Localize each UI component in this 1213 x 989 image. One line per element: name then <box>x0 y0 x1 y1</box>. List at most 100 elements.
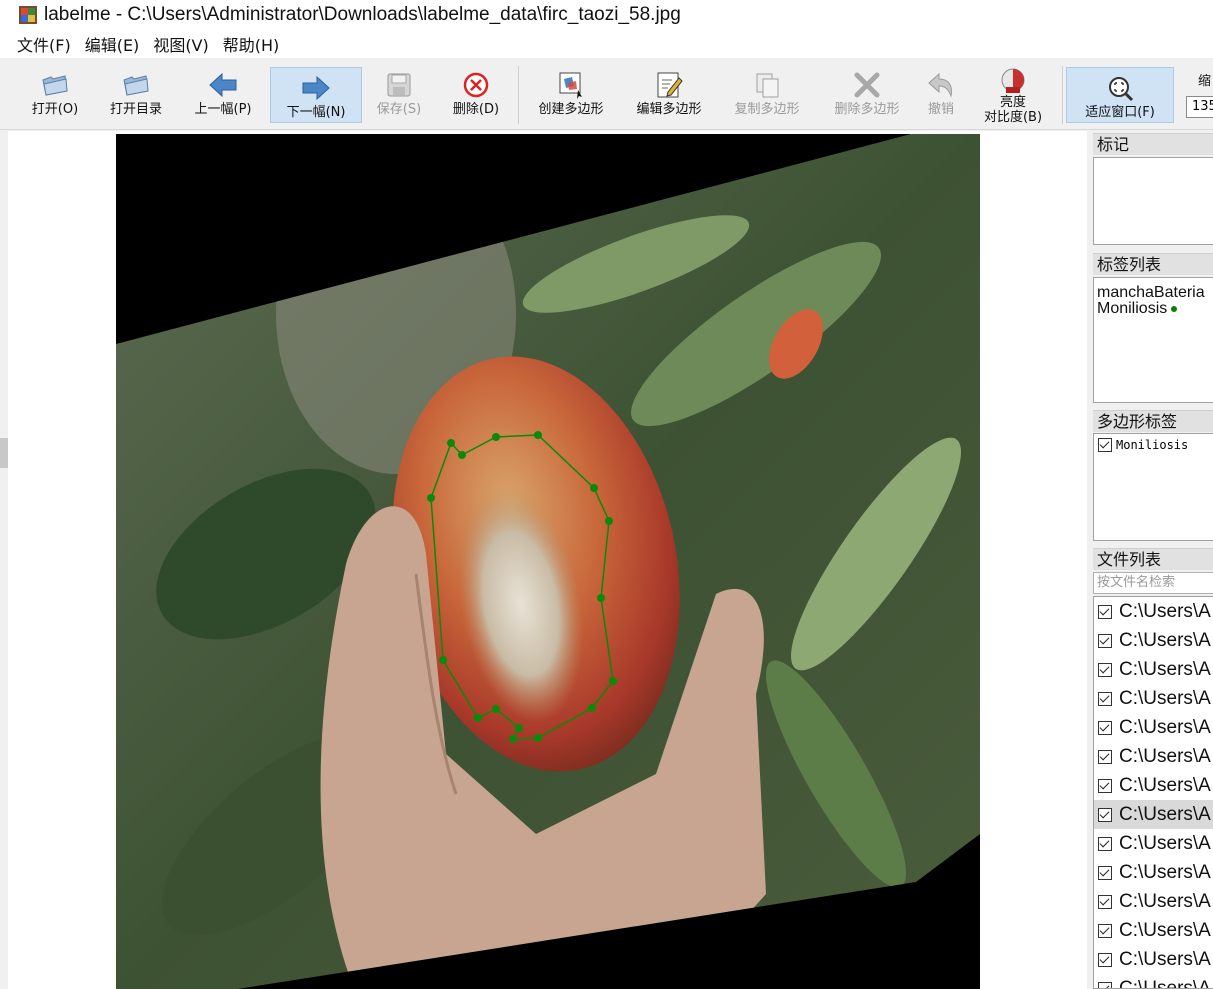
file-path: C:\Users\A <box>1119 629 1211 651</box>
open-label: 打开(O) <box>31 102 79 117</box>
open-folder-icon <box>38 68 72 102</box>
file-checkbox[interactable] <box>1098 662 1112 677</box>
polygon-list-item[interactable]: Moniliosis <box>1094 434 1213 452</box>
file-list-item[interactable]: C:\Users\A <box>1094 771 1213 800</box>
brightness-icon <box>996 67 1030 95</box>
arrow-left-icon <box>206 68 240 102</box>
open-dir-label: 打开目录 <box>109 102 162 117</box>
file-search-input[interactable]: 按文件名检索 <box>1093 572 1213 594</box>
edit-pencil-icon <box>652 68 686 102</box>
window-title: labelme - C:\Users\Administrator\Downloa… <box>44 4 681 25</box>
menu-file[interactable]: 文件(F) <box>10 32 78 56</box>
edit-polygon-button[interactable]: 编辑多边形 <box>626 65 712 127</box>
toolbar-separator <box>518 66 519 124</box>
file-list-item[interactable]: C:\Users\A <box>1094 887 1213 916</box>
flags-dock-title: 标记 <box>1093 133 1213 155</box>
file-path: C:\Users\A <box>1119 919 1211 941</box>
create-polygon-icon <box>554 68 588 102</box>
file-path: C:\Users\A <box>1119 832 1211 854</box>
prev-image-button[interactable]: 上一幅(P) <box>186 65 260 127</box>
cross-icon <box>850 68 884 102</box>
delete-polygon-button[interactable]: 删除多边形 <box>824 65 910 127</box>
fit-window-button[interactable]: 适应窗口(F) <box>1066 67 1174 123</box>
file-checkbox[interactable] <box>1098 633 1112 648</box>
prev-image-label: 上一幅(P) <box>194 102 252 117</box>
polygon-label-text: Moniliosis <box>1116 438 1189 452</box>
label-color-dot <box>1171 305 1178 312</box>
file-checkbox[interactable] <box>1098 981 1112 988</box>
zoom-label: 缩 <box>1198 74 1212 89</box>
menu-edit[interactable]: 编辑(E) <box>78 32 147 56</box>
file-checkbox[interactable] <box>1098 923 1112 938</box>
file-checkbox[interactable] <box>1098 894 1112 909</box>
arrow-right-icon <box>299 71 333 105</box>
flags-list[interactable] <box>1093 157 1213 245</box>
save-button[interactable]: 保存(S) <box>368 65 430 127</box>
file-path: C:\Users\A <box>1119 977 1211 989</box>
file-path: C:\Users\A <box>1119 745 1211 767</box>
file-checkbox[interactable] <box>1098 778 1112 793</box>
file-list-item[interactable]: C:\Users\A <box>1094 829 1213 858</box>
file-checkbox[interactable] <box>1098 720 1112 735</box>
file-path: C:\Users\A <box>1119 716 1211 738</box>
labelme-app-icon <box>18 5 38 25</box>
delete-file-button[interactable]: 删除(D) <box>444 65 508 127</box>
create-polygon-label: 创建多边形 <box>538 102 604 117</box>
delete-circle-icon <box>459 68 493 102</box>
file-list-item[interactable]: C:\Users\A <box>1094 655 1213 684</box>
open-directory-icon <box>119 68 153 102</box>
menu-view[interactable]: 视图(V) <box>146 32 215 56</box>
file-list-item[interactable]: C:\Users\A <box>1094 974 1213 989</box>
file-checkbox[interactable] <box>1098 807 1112 822</box>
file-checkbox[interactable] <box>1098 865 1112 880</box>
brightness-contrast-button[interactable]: 亮度 对比度(B) <box>974 65 1052 127</box>
label-list[interactable]: manchaBateria Moniliosis <box>1093 277 1213 403</box>
label-list-item[interactable]: Moniliosis <box>1094 300 1213 317</box>
left-edge <box>0 131 8 989</box>
file-list-item[interactable]: C:\Users\A <box>1094 626 1213 655</box>
file-list-item[interactable]: C:\Users\A <box>1094 858 1213 887</box>
file-checkbox[interactable] <box>1098 836 1112 851</box>
toolbar: 打开(O) 打开目录 上一幅(P) 下一幅(N) 保存(S) 删除(D) 创建多… <box>0 60 1213 130</box>
polygon-label-list[interactable]: Moniliosis <box>1093 433 1213 541</box>
right-dock-panel: 标记 标签列表 manchaBateria Moniliosis 多边形标签 M… <box>1089 131 1213 989</box>
file-list-item[interactable]: C:\Users\A <box>1094 945 1213 974</box>
fit-window-label: 适应窗口(F) <box>1085 105 1155 120</box>
file-checkbox[interactable] <box>1098 604 1112 619</box>
file-list-item[interactable]: C:\Users\A <box>1094 684 1213 713</box>
copy-polygon-button[interactable]: 复制多边形 <box>724 65 810 127</box>
file-checkbox[interactable] <box>1098 691 1112 706</box>
file-list-item[interactable]: C:\Users\A <box>1094 713 1213 742</box>
toolbar-separator <box>1062 66 1063 124</box>
edit-polygon-label: 编辑多边形 <box>636 102 702 117</box>
delete-polygon-label: 删除多边形 <box>834 102 900 117</box>
polygon-visible-checkbox[interactable] <box>1098 438 1112 452</box>
file-path: C:\Users\A <box>1119 600 1211 622</box>
undo-arrow-icon <box>924 68 958 102</box>
label-name: Moniliosis <box>1097 300 1168 317</box>
file-list-item-selected[interactable]: C:\Users\A <box>1094 800 1213 829</box>
file-checkbox[interactable] <box>1098 952 1112 967</box>
menu-bar: 文件(F) 编辑(E) 视图(V) 帮助(H) <box>0 30 1213 58</box>
file-list-item[interactable]: C:\Users\A <box>1094 916 1213 945</box>
undo-button[interactable]: 撤销 <box>918 65 964 127</box>
zoom-input[interactable]: 135 <box>1186 96 1213 118</box>
peach-photo-illustration <box>116 134 980 989</box>
label-list-item[interactable]: manchaBateria <box>1094 284 1213 301</box>
left-edge-handle[interactable] <box>0 438 8 468</box>
file-list[interactable]: C:\Users\A C:\Users\A C:\Users\A C:\User… <box>1093 596 1213 989</box>
next-image-button[interactable]: 下一幅(N) <box>270 67 362 123</box>
create-polygon-button[interactable]: 创建多边形 <box>528 65 614 127</box>
open-button[interactable]: 打开(O) <box>24 65 86 127</box>
file-list-item[interactable]: C:\Users\A <box>1094 597 1213 626</box>
polygons-dock-title: 多边形标签 <box>1093 410 1213 432</box>
open-dir-button[interactable]: 打开目录 <box>102 65 170 127</box>
file-list-item[interactable]: C:\Users\A <box>1094 742 1213 771</box>
file-checkbox[interactable] <box>1098 749 1112 764</box>
file-path: C:\Users\A <box>1119 890 1211 912</box>
image-canvas[interactable] <box>8 131 1087 989</box>
copy-polygon-label: 复制多边形 <box>734 102 800 117</box>
undo-label: 撤销 <box>927 102 954 117</box>
menu-help[interactable]: 帮助(H) <box>216 32 287 56</box>
fit-window-magnifier-icon <box>1103 71 1137 105</box>
